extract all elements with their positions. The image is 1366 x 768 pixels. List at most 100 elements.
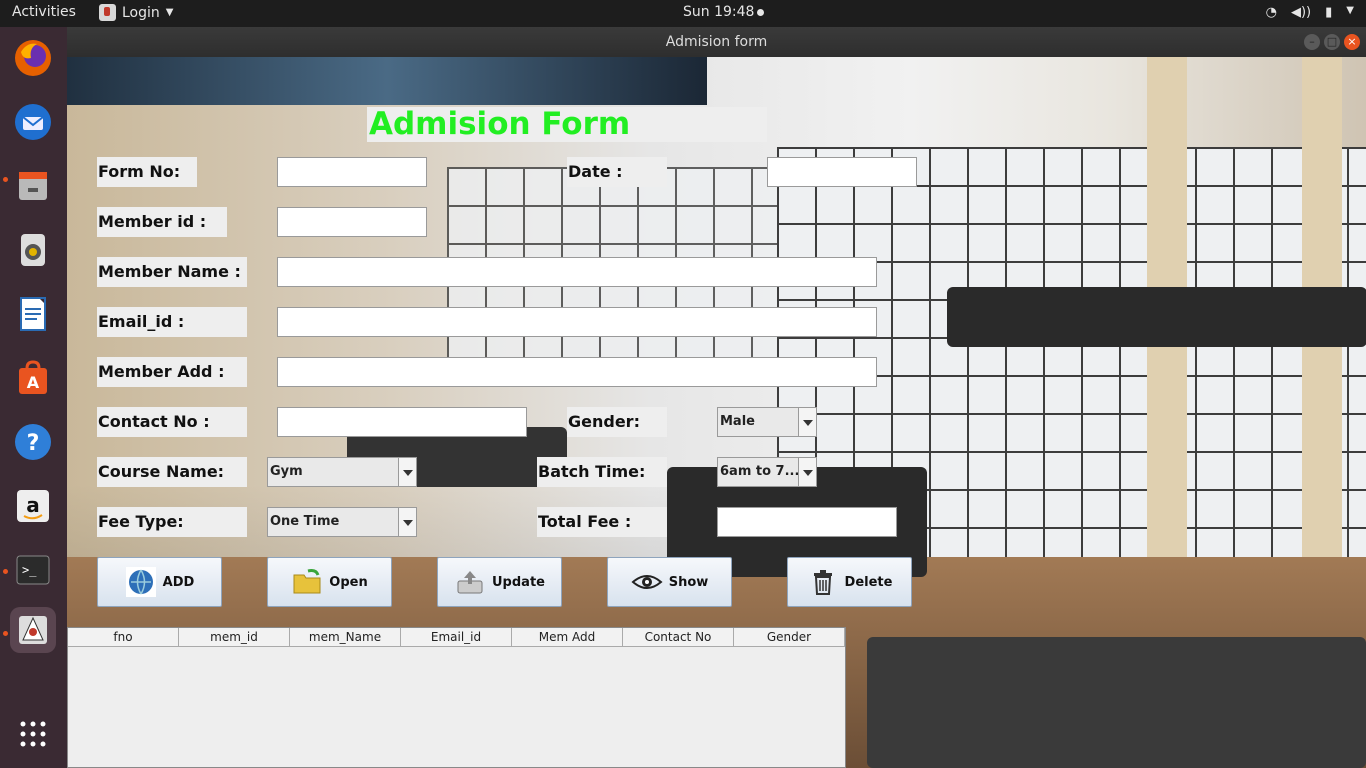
delete-button[interactable]: Delete	[787, 557, 912, 607]
trash-icon	[807, 566, 839, 598]
add-button[interactable]: ADD	[97, 557, 222, 607]
date-field[interactable]	[767, 157, 917, 187]
treadmill-shape	[867, 637, 1366, 768]
running-indicator	[3, 631, 8, 636]
app-grid-icon[interactable]	[10, 711, 56, 757]
delete-label: Delete	[844, 574, 893, 590]
top-bar: Activities Login ▼ Sun 19:48 ◔ ◀)) ▮ ▼	[0, 0, 1366, 27]
column-header-mem-add[interactable]: Mem Add	[512, 628, 623, 646]
gender-select[interactable]: Male	[717, 407, 817, 437]
email-field[interactable]	[277, 307, 877, 337]
firefox-icon[interactable]	[10, 35, 56, 81]
course-label: Course Name:	[97, 457, 247, 487]
update-button[interactable]: Update	[437, 557, 562, 607]
battery-icon: ▮	[1325, 5, 1333, 20]
close-button[interactable]: ×	[1344, 34, 1360, 50]
app-menu[interactable]: Login ▼	[99, 4, 173, 21]
eye-icon	[631, 566, 663, 598]
gender-value: Male	[720, 414, 755, 429]
gender-label: Gender:	[567, 407, 667, 437]
contact-label: Contact No :	[97, 407, 247, 437]
minimize-button[interactable]: –	[1304, 34, 1320, 50]
course-value: Gym	[270, 464, 303, 479]
member-name-label: Member Name :	[97, 257, 247, 287]
chevron-down-icon[interactable]	[798, 408, 816, 436]
thunderbird-icon[interactable]	[10, 99, 56, 145]
files-icon[interactable]	[10, 163, 56, 209]
clock-label: Sun 19:48	[683, 4, 755, 20]
email-label: Email_id :	[97, 307, 247, 337]
background-photo	[67, 57, 707, 105]
column-header-mem-id[interactable]: mem_id	[179, 628, 290, 646]
form-panel: Admision Form Form No: Date : Member id …	[67, 57, 1366, 768]
open-button[interactable]: Open	[267, 557, 392, 607]
java-icon[interactable]	[10, 607, 56, 653]
software-icon[interactable]: A	[10, 355, 56, 401]
terminal-icon[interactable]: >_	[10, 547, 56, 593]
window-titlebar[interactable]: Admision form – □ ×	[67, 27, 1366, 57]
running-indicator	[3, 569, 8, 574]
notification-dot	[757, 8, 765, 16]
add-label: ADD	[162, 574, 195, 590]
member-id-field[interactable]	[277, 207, 427, 237]
course-select[interactable]: Gym	[267, 457, 417, 487]
running-indicator	[3, 177, 8, 182]
batch-select[interactable]: 6am to 7...	[717, 457, 817, 487]
folder-open-icon	[291, 566, 323, 598]
maximize-button[interactable]: □	[1324, 34, 1340, 50]
member-add-label: Member Add :	[97, 357, 247, 387]
treadmill-shape	[947, 287, 1366, 347]
add-icon	[125, 566, 157, 598]
svg-text:A: A	[27, 373, 40, 392]
fee-type-label: Fee Type:	[97, 507, 247, 537]
admission-window: Admision form – □ × Admision Form Form N…	[67, 27, 1366, 768]
form-title: Admision Form	[367, 107, 767, 142]
app-menu-label: Login	[122, 4, 160, 21]
show-label: Show	[668, 574, 709, 590]
fee-type-select[interactable]: One Time	[267, 507, 417, 537]
update-label: Update	[492, 574, 545, 590]
column-header-contact-no[interactable]: Contact No	[623, 628, 734, 646]
member-name-field[interactable]	[277, 257, 877, 287]
batch-label: Batch Time:	[537, 457, 667, 487]
members-table[interactable]: fno mem_id mem_Name Email_id Mem Add Con…	[67, 627, 846, 768]
update-icon	[454, 566, 486, 598]
contact-field[interactable]	[277, 407, 527, 437]
svg-text:?: ?	[27, 431, 40, 456]
chevron-down-icon[interactable]	[398, 458, 416, 486]
member-id-label: Member id :	[97, 207, 227, 237]
column-header-fno[interactable]: fno	[68, 628, 179, 646]
column-header-gender[interactable]: Gender	[734, 628, 845, 646]
dock: A ? a >_	[0, 27, 67, 768]
form-no-field[interactable]	[277, 157, 427, 187]
date-label: Date :	[567, 157, 667, 187]
system-tray[interactable]: ◔ ◀)) ▮ ▼	[1266, 5, 1354, 20]
writer-icon[interactable]	[10, 291, 56, 337]
svg-text:>_: >_	[22, 563, 37, 577]
help-icon[interactable]: ?	[10, 419, 56, 465]
volume-icon: ◀))	[1290, 5, 1312, 20]
java-app-icon	[99, 4, 116, 21]
batch-value: 6am to 7...	[720, 464, 800, 479]
fee-type-value: One Time	[270, 514, 340, 529]
chevron-down-icon[interactable]	[798, 458, 816, 486]
rhythmbox-icon[interactable]	[10, 227, 56, 273]
total-fee-label: Total Fee :	[537, 507, 667, 537]
column-header-email-id[interactable]: Email_id	[401, 628, 512, 646]
show-button[interactable]: Show	[607, 557, 732, 607]
activities-button[interactable]: Activities	[12, 4, 76, 20]
amazon-icon[interactable]: a	[10, 483, 56, 529]
clock[interactable]: Sun 19:48	[683, 4, 765, 20]
column-header-mem-name[interactable]: mem_Name	[290, 628, 401, 646]
table-header: fno mem_id mem_Name Email_id Mem Add Con…	[68, 628, 845, 647]
chevron-down-icon: ▼	[165, 7, 174, 18]
member-add-field[interactable]	[277, 357, 877, 387]
svg-text:a: a	[26, 493, 40, 517]
window-title: Admision form	[665, 34, 768, 50]
form-no-label: Form No:	[97, 157, 197, 187]
total-fee-field[interactable]	[717, 507, 897, 537]
wifi-icon: ◔	[1265, 5, 1277, 20]
chevron-down-icon: ▼	[1346, 5, 1354, 16]
open-label: Open	[329, 574, 368, 590]
chevron-down-icon[interactable]	[398, 508, 416, 536]
